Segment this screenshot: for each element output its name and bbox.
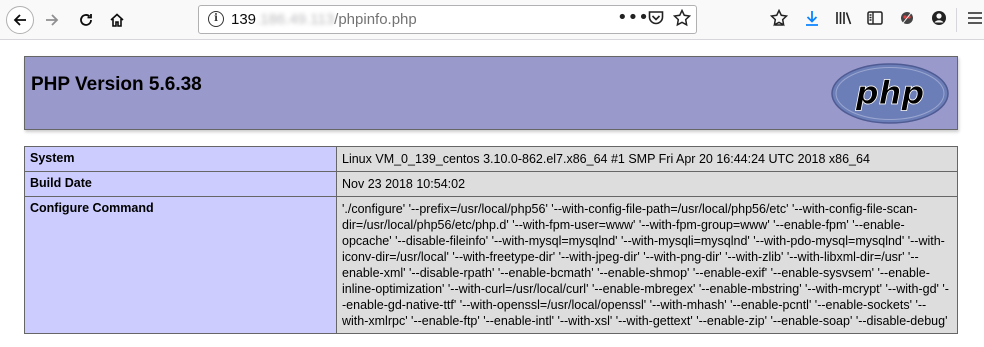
reload-icon[interactable] (72, 6, 100, 34)
php-header-banner: PHP Version 5.6.38 php (24, 56, 958, 130)
row-value: './configure' '--prefix=/usr/local/php56… (336, 196, 958, 334)
table-row: Configure Command './configure' '--prefi… (24, 196, 958, 334)
row-key: Configure Command (24, 196, 337, 334)
info-table: System Linux VM_0_139_centos 3.10.0-862.… (24, 146, 958, 334)
site-info-icon[interactable]: i (208, 11, 224, 27)
php-logo[interactable]: php (830, 62, 950, 125)
row-key: Build Date (24, 171, 337, 197)
sidebar-icon[interactable] (866, 9, 884, 32)
row-value: Nov 23 2018 10:54:02 (336, 171, 958, 197)
table-row: Build Date Nov 23 2018 10:54:02 (24, 171, 958, 197)
php-logo-text: php (855, 74, 925, 112)
forward-arrow-icon[interactable] (38, 6, 66, 34)
library-icon[interactable] (835, 9, 853, 32)
page-title: PHP Version 5.6.38 (31, 74, 202, 95)
pocket-icon[interactable] (647, 9, 665, 32)
home-icon[interactable] (103, 6, 131, 34)
bookmark-star-icon[interactable] (672, 8, 692, 32)
table-row: System Linux VM_0_139_centos 3.10.0-862.… (24, 146, 958, 172)
menu-icon[interactable] (966, 9, 984, 32)
url-path: /phpinfo.php (334, 11, 417, 28)
download-icon[interactable] (803, 9, 821, 32)
url-host-blurred: .186.49.113 (256, 11, 335, 28)
bookmarks-star-icon[interactable] (769, 8, 789, 32)
ellipsis-icon[interactable]: ••• (617, 7, 649, 28)
back-arrow-icon[interactable] (6, 6, 34, 34)
url-text[interactable]: 139.186.49.113/phpinfo.php (231, 11, 417, 28)
account-icon[interactable] (930, 9, 948, 32)
row-key: System (24, 146, 337, 172)
extension-icon[interactable] (898, 9, 916, 32)
url-bar[interactable]: i 139.186.49.113/phpinfo.php ••• (198, 5, 697, 34)
browser-toolbar: i 139.186.49.113/phpinfo.php ••• (0, 0, 984, 40)
row-value: Linux VM_0_139_centos 3.10.0-862.el7.x86… (336, 146, 958, 172)
url-host: 139 (231, 11, 257, 28)
toolbar-divider (956, 8, 957, 32)
